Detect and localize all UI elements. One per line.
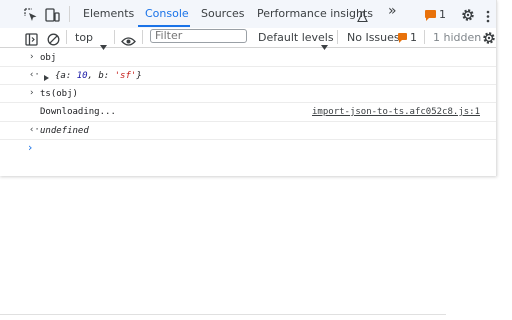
console-prompt-caret-icon[interactable]: ›	[28, 142, 32, 154]
settings-gear-icon[interactable]	[461, 7, 475, 21]
tab-console[interactable]: Console	[145, 7, 189, 20]
devtools-panel: Elements Console Sources Performance ins…	[0, 0, 497, 176]
tab-sources[interactable]: Sources	[201, 7, 245, 20]
toolbar-issues-badge-icon[interactable]	[398, 33, 407, 43]
toolbar-divider	[114, 30, 115, 44]
console-result-row: ‹· {a: 10, b: 'sf'}	[0, 67, 496, 85]
object-separator: ,	[87, 71, 99, 81]
context-selector-value: top	[75, 31, 94, 44]
tabbar-divider	[69, 6, 70, 22]
toolbar-divider	[424, 30, 425, 44]
clear-console-icon[interactable]	[47, 31, 60, 46]
live-expression-eye-icon[interactable]	[121, 32, 136, 46]
console-input-row: › ts(obj)	[0, 85, 496, 103]
expand-object-triangle-icon[interactable]	[44, 73, 49, 81]
toolbar-issues-count[interactable]: 1	[410, 31, 417, 44]
log-message-text: Downloading...	[40, 107, 116, 117]
more-tabs-button[interactable]: »	[388, 4, 397, 18]
no-issues-label: No Issues	[347, 31, 400, 44]
source-location-link[interactable]: import-json-to-ts.afc052c8.js:1	[312, 106, 480, 118]
result-return-arrow-icon: ‹·	[29, 70, 40, 80]
devtools-tab-bar: Elements Console Sources Performance ins…	[0, 0, 496, 29]
sidebar-toggle-icon[interactable]	[25, 31, 38, 46]
issues-badge-icon[interactable]	[425, 10, 436, 21]
experiment-flask-icon	[357, 8, 368, 23]
context-dropdown-chevron-icon[interactable]	[100, 35, 107, 50]
input-prompt-chevron-icon: ›	[29, 52, 35, 62]
result-return-arrow-icon: ‹·	[29, 125, 40, 135]
object-preview[interactable]: {a: 10, b: 'sf'}	[55, 70, 142, 82]
object-key-b: b:	[98, 71, 115, 81]
toolbar-divider	[66, 30, 67, 44]
toolbar-divider	[337, 30, 338, 44]
context-selector[interactable]: top	[75, 31, 93, 44]
console-result-row: ‹· undefined	[0, 122, 496, 140]
toolbar-divider	[142, 30, 143, 44]
inspect-element-icon[interactable]	[24, 7, 38, 21]
tab-elements[interactable]: Elements	[83, 7, 134, 20]
filter-input[interactable]	[150, 29, 247, 43]
device-toolbar-icon[interactable]	[45, 7, 60, 22]
console-settings-gear-icon[interactable]	[482, 30, 496, 44]
object-value-a: 10	[76, 71, 88, 81]
tab-performance-insights[interactable]: Performance insights	[257, 7, 373, 20]
hidden-messages-count: 1 hidden	[433, 31, 482, 44]
object-key-a: a:	[60, 71, 77, 81]
issues-button[interactable]: No Issues	[347, 31, 400, 44]
issues-badge-count[interactable]: 1	[439, 8, 446, 21]
result-value-text: undefined	[40, 126, 89, 136]
levels-dropdown-chevron-icon[interactable]	[321, 35, 328, 50]
object-value-b: 'sf'	[114, 71, 137, 81]
object-close-brace: }	[136, 71, 142, 81]
console-input-row: › obj	[0, 49, 496, 67]
console-toolbar: top Default levels No Issues 1 1 hidden	[0, 28, 496, 50]
console-input-text: ts(obj)	[40, 89, 78, 99]
more-options-kebab-icon[interactable]	[486, 8, 490, 23]
input-prompt-chevron-icon: ›	[29, 88, 35, 98]
console-input-text: obj	[40, 53, 57, 63]
console-log-row: Downloading... import-json-to-ts.afc052c…	[0, 103, 496, 122]
page-divider-line	[0, 314, 446, 315]
active-tab-indicator	[138, 25, 190, 27]
